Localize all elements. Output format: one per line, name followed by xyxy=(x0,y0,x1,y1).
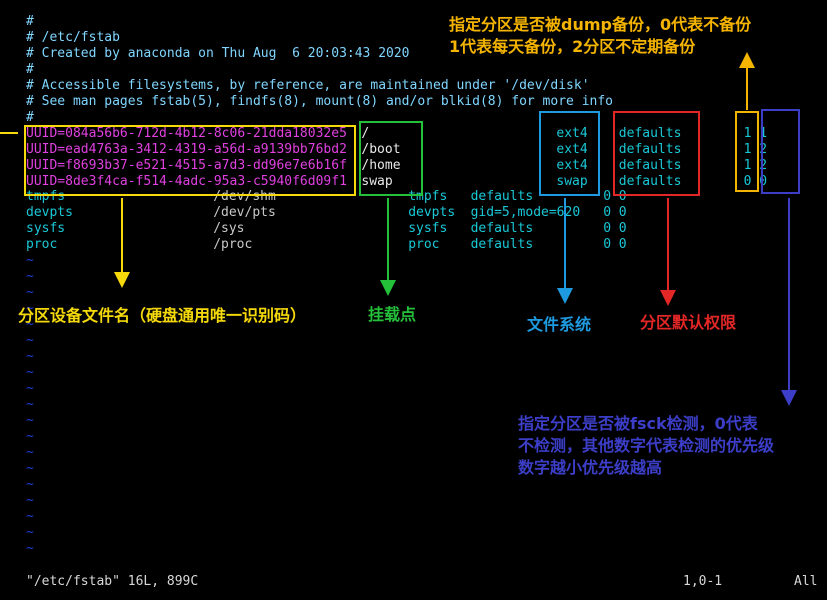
mount-point-annotation: 挂载点 xyxy=(368,305,417,324)
options-annotation: 分区默认权限 xyxy=(640,313,737,332)
fsck-annotation: 指定分区是否被fsck检测，0代表 不检测，其他数字代表检测的优先级 数字越小优… xyxy=(518,414,775,477)
device-annotation: 分区设备文件名（硬盘通用唯一识别码） xyxy=(18,306,307,325)
annotation-arrows xyxy=(0,52,797,406)
filesystem-annotation: 文件系统 xyxy=(527,315,592,334)
dump-annotation: 指定分区是否被dump备份，0代表不备份 1代表每天备份，2分区不定期备份 xyxy=(449,15,752,56)
